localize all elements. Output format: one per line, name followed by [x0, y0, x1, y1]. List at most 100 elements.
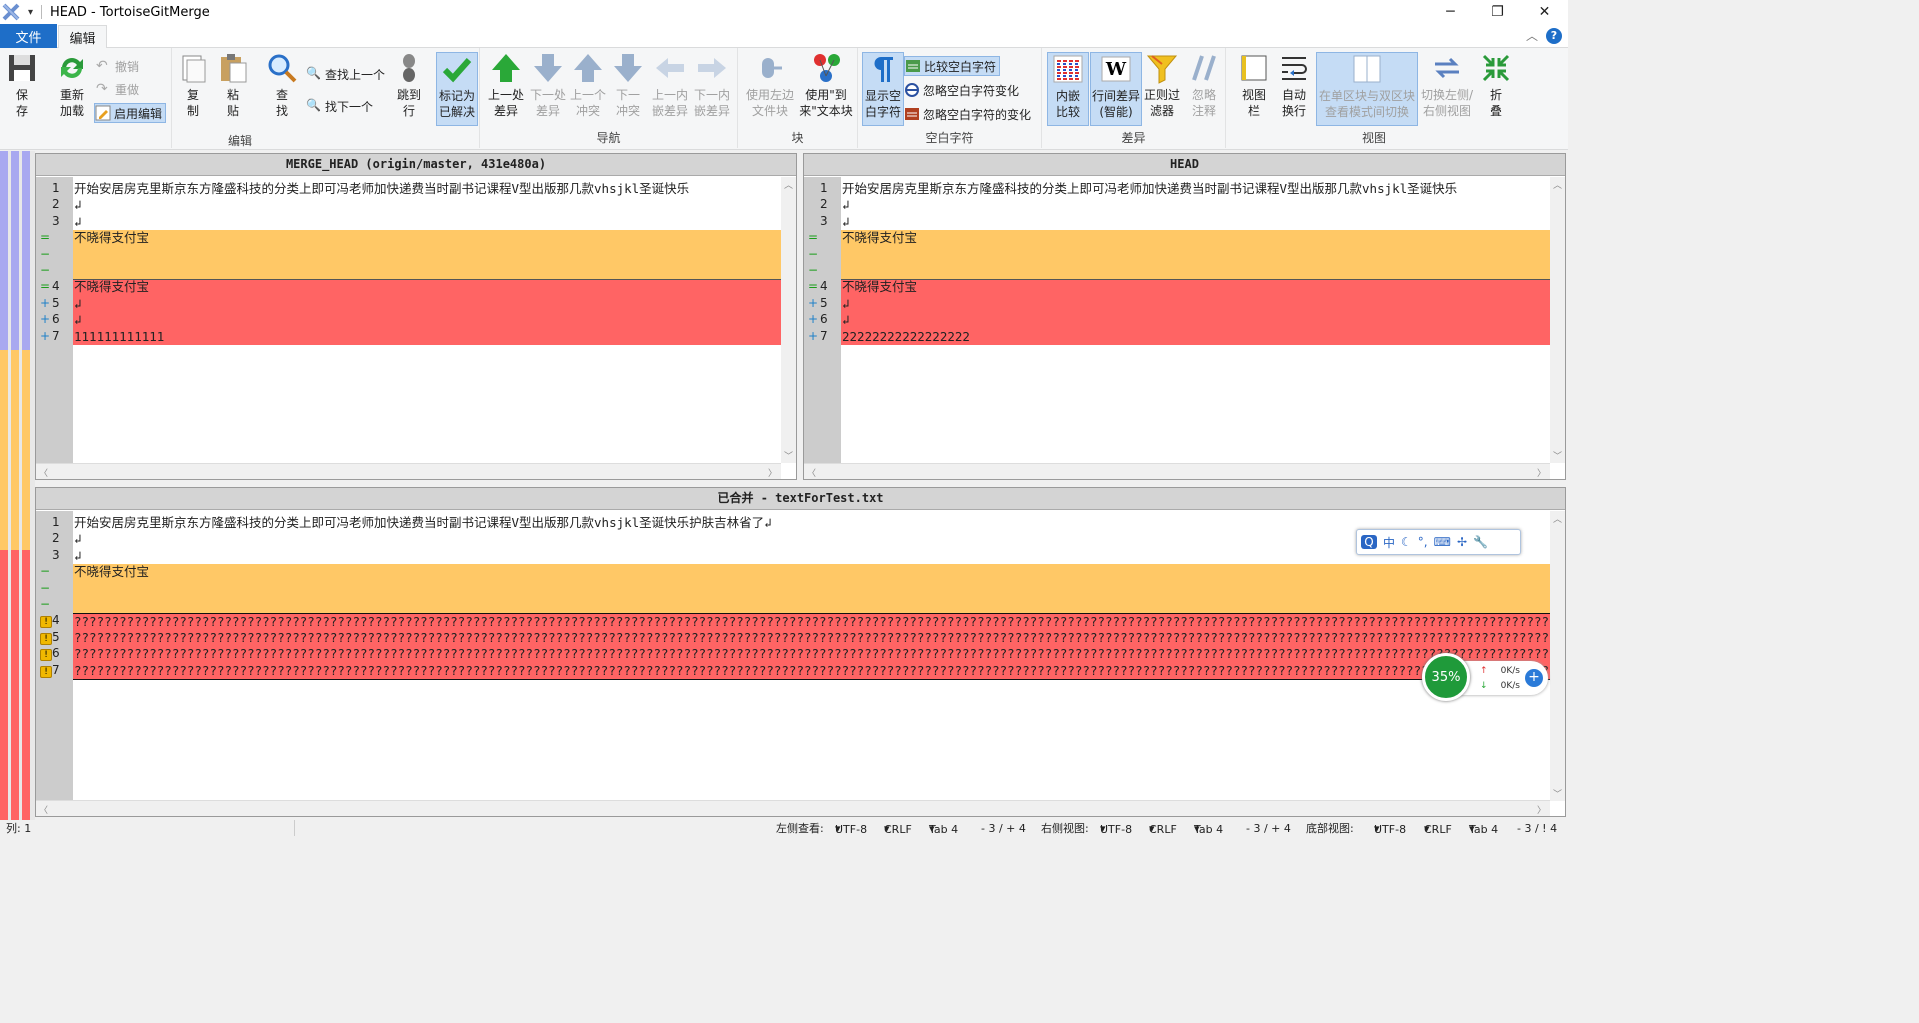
prev-conflict-button[interactable]: 上一个冲突	[568, 52, 608, 119]
keyboard-icon[interactable]: ⌨	[1434, 535, 1451, 549]
code-line[interactable]: ↲	[73, 197, 781, 213]
left-eol[interactable]: CRLF ▾	[884, 821, 912, 837]
code-line[interactable]: ↲	[841, 214, 1550, 230]
code-line[interactable]: 开始安居房克里斯京东方隆盛科技的分类上即可冯老师加快递费当时副书记课程V型出版那…	[73, 181, 781, 197]
code-line[interactable]: ????????????????????????????????????????…	[73, 629, 1550, 647]
next-inline-diff-button[interactable]: 下一内嵌差异	[692, 52, 732, 119]
right-tab[interactable]: Tab 4 ▾	[1194, 821, 1223, 837]
code-line[interactable]: ↲	[73, 548, 1550, 564]
code-line[interactable]: 不晓得支付宝	[73, 230, 781, 247]
collapse-ribbon-icon[interactable]: ︿	[1526, 27, 1538, 44]
code-line[interactable]	[841, 246, 1550, 263]
find-previous-button[interactable]: 🔍 查找上一个	[306, 64, 385, 84]
code-line[interactable]: ????????????????????????????????????????…	[73, 646, 1550, 663]
network-monitor-widget[interactable]: 35% ↑ 0K/s ↓ 0K/s +	[1422, 653, 1550, 701]
mark-resolved-button[interactable]: 标记为已解决	[436, 52, 478, 126]
copy-button[interactable]: 复制	[178, 52, 208, 119]
prev-diff-button[interactable]: 上一处差异	[486, 52, 526, 119]
scroll-up-icon[interactable]: ︿	[784, 178, 793, 191]
code-line[interactable]: ↲	[841, 295, 1550, 313]
code-line[interactable]: 22222222222222222	[841, 328, 1550, 345]
scroll-up-icon[interactable]: ︿	[1553, 178, 1562, 191]
inline-compare-button[interactable]: 内嵌比较	[1047, 52, 1089, 126]
left-vertical-scrollbar[interactable]: ︿ ﹀	[781, 177, 796, 463]
punctuation-icon[interactable]: °,	[1418, 535, 1428, 549]
skin-icon[interactable]: ✢	[1457, 535, 1467, 549]
left-tab[interactable]: Tab 4 ▾	[929, 821, 958, 837]
code-line[interactable]: 不晓得支付宝	[841, 230, 1550, 247]
tab-edit[interactable]: 编辑	[58, 25, 107, 49]
reload-button[interactable]: 重新加载	[54, 52, 90, 119]
show-whitespace-button[interactable]: 显示空白字符	[862, 52, 904, 126]
switch-left-right-button[interactable]: 切换左侧/右侧视图	[1418, 52, 1476, 119]
scroll-down-icon[interactable]: ﹀	[1553, 787, 1562, 800]
right-horizontal-scrollbar[interactable]: 〈 〉	[804, 463, 1550, 479]
right-encoding[interactable]: UTF-8 ▾	[1100, 821, 1132, 837]
code-line[interactable]: ↲	[841, 312, 1550, 329]
help-icon[interactable]: ?	[1546, 27, 1562, 44]
quick-access-dropdown-icon[interactable]: ▾	[28, 7, 33, 18]
merged-horizontal-scrollbar[interactable]: 〈 〉	[36, 800, 1550, 816]
right-pane[interactable]: HEAD 1 开始安居房克里斯京东方隆盛科技的分类上即可冯老师加快递费当时副书记课…	[803, 153, 1566, 480]
use-theirs-block-button[interactable]: 使用"到来"文本块	[796, 52, 856, 119]
undo-button[interactable]: ↶ 撤销	[96, 56, 139, 76]
scroll-left-icon[interactable]: 〈	[39, 466, 48, 479]
scroll-up-icon[interactable]: ︿	[1553, 512, 1562, 525]
code-line[interactable]: ↲	[73, 312, 781, 329]
code-line[interactable]: 开始安居房克里斯京东方隆盛科技的分类上即可冯老师加快递费当时副书记课程V型出版那…	[841, 181, 1550, 197]
line-diff-smart-button[interactable]: W 行间差异(智能)	[1090, 52, 1142, 126]
ignore-whitespace-change-button[interactable]: 忽略空白字符变化	[904, 80, 1019, 100]
regex-filter-button[interactable]: 正则过滤器	[1142, 52, 1182, 119]
prev-inline-diff-button[interactable]: 上一内嵌差异	[650, 52, 690, 119]
code-line[interactable]: 不晓得支付宝	[73, 564, 1550, 581]
code-line[interactable]	[73, 263, 781, 280]
find-next-button[interactable]: 🔍 找下一个	[306, 96, 373, 116]
location-bar[interactable]	[0, 151, 35, 820]
toggle-view-mode-button[interactable]: 在单区块与双区块查看模式间切换	[1316, 52, 1418, 126]
code-line[interactable]	[841, 263, 1550, 280]
code-line[interactable]: 111111111111	[73, 328, 781, 345]
use-left-block-button[interactable]: 使用左边文件块	[742, 52, 798, 119]
left-pane[interactable]: MERGE_HEAD (origin/master, 431e480a) 1 开始…	[35, 153, 797, 480]
code-line[interactable]	[73, 246, 781, 263]
left-horizontal-scrollbar[interactable]: 〈 〉	[36, 463, 781, 479]
next-diff-button[interactable]: 下一处差异	[528, 52, 568, 119]
scroll-left-icon[interactable]: 〈	[39, 803, 48, 816]
ime-logo-icon[interactable]: Q	[1361, 535, 1377, 549]
memory-usage-badge[interactable]: 35%	[1422, 653, 1470, 701]
scroll-right-icon[interactable]: 〉	[1537, 466, 1546, 479]
restore-button[interactable]: ❐	[1474, 0, 1521, 24]
bottom-encoding[interactable]: UTF-8 ▾	[1374, 821, 1406, 837]
enable-edit-button[interactable]: 启用编辑	[94, 103, 167, 123]
bottom-eol[interactable]: CRLF ▾	[1424, 821, 1452, 837]
moon-icon[interactable]: ☾	[1401, 535, 1412, 549]
merged-vertical-scrollbar[interactable]: ︿ ﹀	[1550, 511, 1565, 801]
paste-button[interactable]: 粘贴	[218, 52, 248, 119]
ime-chinese-mode[interactable]: 中	[1383, 534, 1395, 551]
code-line[interactable]: ↲	[841, 197, 1550, 213]
code-line[interactable]: 不晓得支付宝	[73, 279, 781, 296]
ime-toolbar[interactable]: Q 中 ☾ °, ⌨ ✢ 🔧	[1356, 529, 1521, 555]
find-button[interactable]: 查找	[266, 52, 298, 119]
code-line[interactable]: 不晓得支付宝	[841, 279, 1550, 296]
code-line[interactable]: ????????????????????????????????????????…	[73, 613, 1550, 630]
ignore-all-whitespace-button[interactable]: 忽略空白字符的变化	[904, 104, 1031, 124]
goto-line-button[interactable]: 跳到行	[394, 52, 424, 119]
auto-wrap-button[interactable]: 自动换行	[1274, 52, 1314, 119]
close-button[interactable]: ✕	[1521, 0, 1568, 24]
minimize-button[interactable]: ─	[1427, 0, 1474, 24]
right-eol[interactable]: CRLF ▾	[1149, 821, 1177, 837]
scroll-down-icon[interactable]: ﹀	[1553, 449, 1562, 462]
code-line[interactable]: ↲	[73, 214, 781, 230]
add-icon[interactable]: +	[1525, 669, 1543, 687]
redo-button[interactable]: ↷ 重做	[96, 79, 139, 99]
scroll-right-icon[interactable]: 〉	[768, 466, 777, 479]
code-line[interactable]	[73, 580, 1550, 597]
wrench-icon[interactable]: 🔧	[1473, 535, 1488, 549]
tab-file[interactable]: 文件	[0, 24, 57, 48]
compare-whitespace-button[interactable]: 比较空白字符	[904, 56, 1001, 76]
scroll-down-icon[interactable]: ﹀	[784, 449, 793, 462]
code-line[interactable]: 开始安居房克里斯京东方隆盛科技的分类上即可冯老师加快递费当时副书记课程V型出版那…	[73, 515, 1550, 531]
scroll-right-icon[interactable]: 〉	[1537, 803, 1546, 816]
next-conflict-button[interactable]: 下一冲突	[608, 52, 648, 119]
